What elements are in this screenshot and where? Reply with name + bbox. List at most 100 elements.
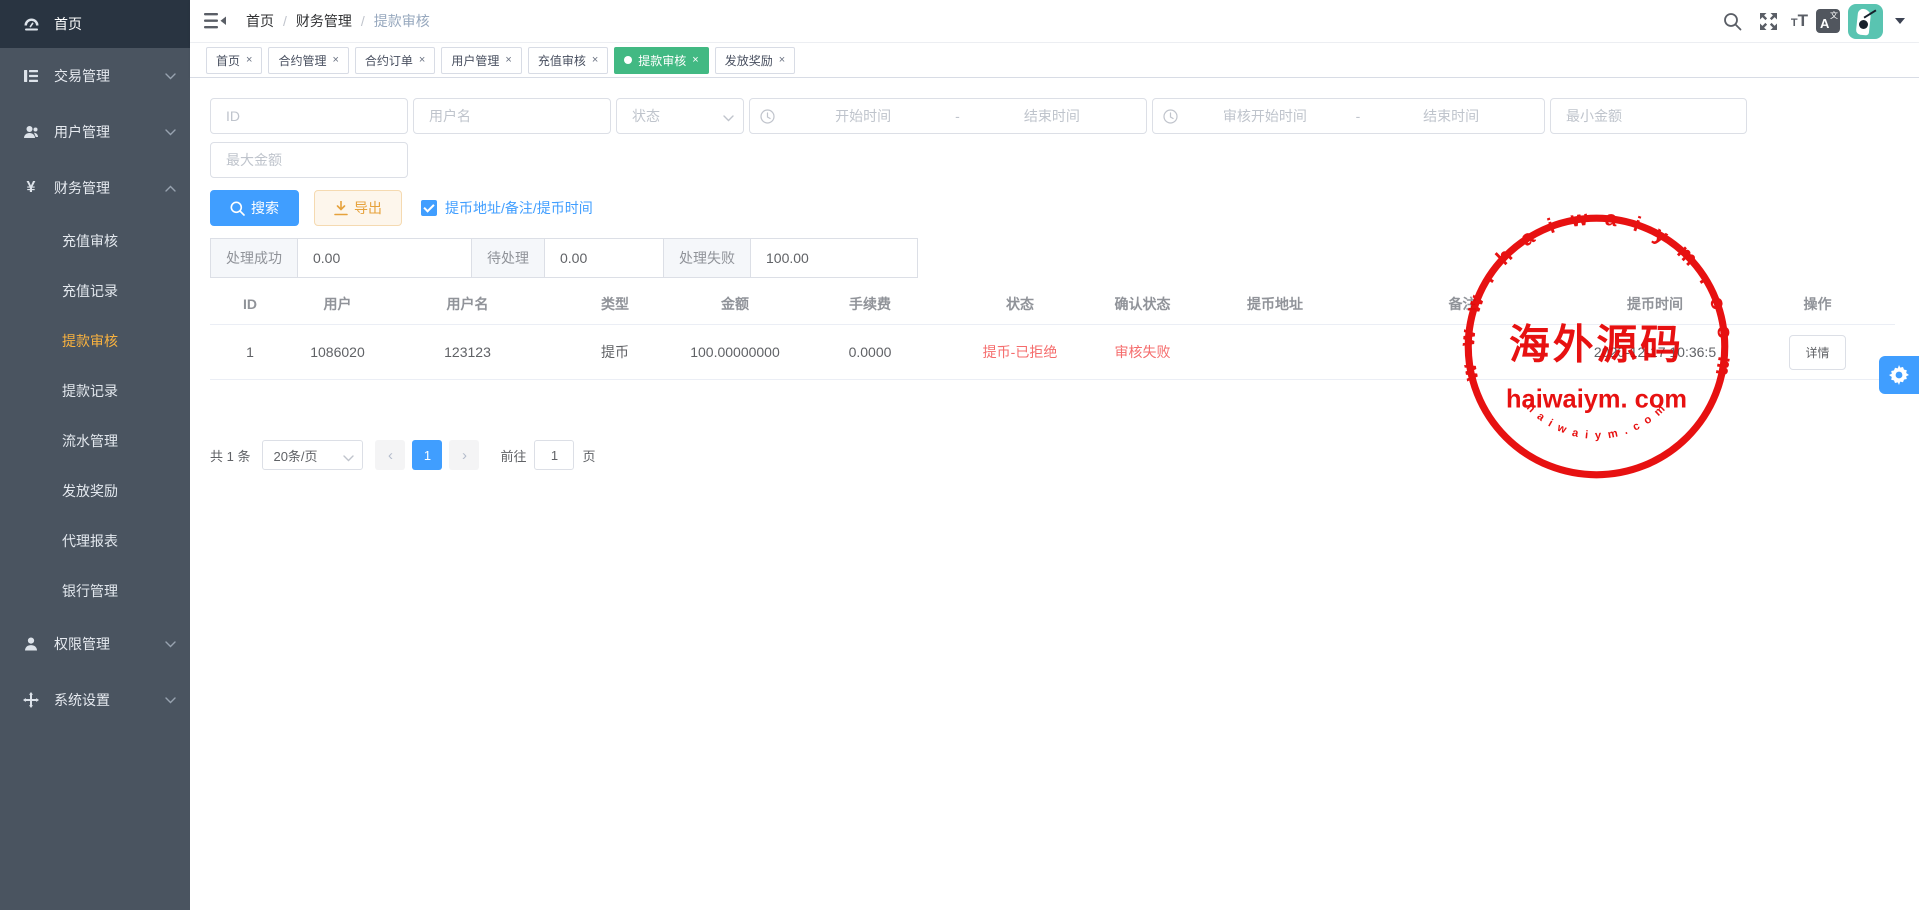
chevron-down-icon [165, 697, 176, 704]
close-icon[interactable]: × [779, 54, 785, 66]
cell-user: 1086020 [290, 325, 385, 380]
language-glyph: A [1820, 16, 1829, 31]
search-button[interactable]: 搜索 [210, 190, 299, 226]
tag-reward[interactable]: 发放奖励× [715, 47, 795, 74]
id-input[interactable] [210, 98, 408, 134]
checkbox-checked-icon[interactable] [421, 200, 437, 216]
sidebar-subitem-reward[interactable]: 发放奖励 [0, 466, 190, 516]
sidebar-item-label: 财务管理 [54, 178, 165, 198]
pagination-total: 共 1 条 [210, 446, 250, 465]
status-select[interactable] [616, 98, 744, 134]
sidebar-subitem-agent-report[interactable]: 代理报表 [0, 516, 190, 566]
tag-contract-orders[interactable]: 合约订单× [355, 47, 435, 74]
sidebar-item-home[interactable]: 首页 [0, 0, 190, 48]
sidebar: 首页 交易管理 用户管理 ¥ 财务管理 [0, 0, 190, 910]
cell-status: 提币-已拒绝 [950, 325, 1090, 380]
filter-row-1: 开始时间 - 结束时间 审核开始时间 - 结束时间 [210, 98, 1919, 134]
sidebar-item-users[interactable]: 用户管理 [0, 104, 190, 160]
cell-action: 详情 [1740, 325, 1895, 380]
font-size-icon[interactable]: TT [1791, 11, 1808, 31]
fullscreen-icon[interactable] [1755, 7, 1783, 35]
settings-gear-button[interactable] [1879, 356, 1919, 394]
sidebar-subitem-recharge-record[interactable]: 充值记录 [0, 266, 190, 316]
sidebar-subitem-recharge-audit[interactable]: 充值审核 [0, 216, 190, 266]
sidebar-submenu-finance: 充值审核 充值记录 提款审核 提款记录 流水管理 发放奖励 代理报表 银行管理 [0, 216, 190, 616]
col-remark: 备注 [1355, 294, 1570, 325]
sidebar-subitem-bank-management[interactable]: 银行管理 [0, 566, 190, 616]
close-icon[interactable]: × [332, 54, 338, 66]
active-dot [624, 56, 632, 64]
tag-label: 合约管理 [278, 52, 326, 69]
close-icon[interactable]: × [692, 54, 698, 66]
breadcrumb-separator: / [283, 13, 287, 29]
sidebar-item-permission[interactable]: 权限管理 [0, 616, 190, 672]
status-select-input[interactable] [616, 98, 744, 134]
sidebar-item-system[interactable]: 系统设置 [0, 672, 190, 728]
chevron-down-icon [165, 641, 176, 648]
permission-icon [22, 635, 40, 653]
page-size-select[interactable]: 20条/页 [262, 440, 363, 470]
sidebar-item-finance[interactable]: ¥ 财务管理 [0, 160, 190, 216]
tag-recharge-audit[interactable]: 充值审核 × [528, 47, 608, 74]
dashboard-icon [22, 15, 40, 33]
col-time: 提币时间 [1570, 294, 1740, 325]
close-icon[interactable]: × [505, 54, 511, 66]
max-amount-input[interactable] [210, 142, 408, 178]
sidebar-subitem-withdraw-record[interactable]: 提款记录 [0, 366, 190, 416]
sidebar-item-label: 用户管理 [54, 122, 165, 142]
search-icon[interactable] [1719, 7, 1747, 35]
main-content: 开始时间 - 结束时间 审核开始时间 - 结束时间 搜索 导出 [190, 78, 1919, 910]
language-sub-glyph: 文 [1830, 10, 1838, 21]
clock-icon [1163, 109, 1178, 124]
sidebar-item-trade[interactable]: 交易管理 [0, 48, 190, 104]
font-size-big-t: T [1798, 11, 1808, 31]
trade-icon [22, 67, 40, 85]
avatar[interactable] [1848, 4, 1883, 39]
summary-pending-value: 0.00 [544, 238, 664, 278]
min-amount-input[interactable] [1550, 98, 1747, 134]
prev-page-button[interactable]: ‹ [375, 440, 405, 470]
next-page-button[interactable]: › [449, 440, 479, 470]
col-fee: 手续费 [790, 294, 950, 325]
withdraw-table: ID 用户 用户名 类型 金额 手续费 状态 确认状态 提币地址 备注 提币时间… [210, 294, 1895, 380]
col-type: 类型 [550, 294, 680, 325]
sidebar-item-label: 权限管理 [54, 634, 165, 654]
breadcrumb-separator: / [361, 13, 365, 29]
col-action: 操作 [1740, 294, 1895, 325]
close-icon[interactable]: × [246, 54, 252, 66]
sidebar-subitem-flow-management[interactable]: 流水管理 [0, 416, 190, 466]
sidebar-collapse-icon[interactable] [204, 12, 226, 30]
cell-username: 123123 [385, 325, 550, 380]
breadcrumb-finance[interactable]: 财务管理 [296, 11, 352, 31]
page-size-value: 20条/页 [273, 446, 317, 465]
language-icon[interactable]: A 文 [1816, 9, 1840, 33]
close-icon[interactable]: × [419, 54, 425, 66]
time-range-picker[interactable]: 开始时间 - 结束时间 [749, 98, 1147, 134]
username-input[interactable] [413, 98, 611, 134]
cell-amount: 100.00000000 [680, 325, 790, 380]
col-status: 状态 [950, 294, 1090, 325]
col-amount: 金额 [680, 294, 790, 325]
tag-contract-management[interactable]: 合约管理 × [268, 47, 348, 74]
user-menu-caret-icon[interactable] [1895, 18, 1905, 24]
tag-home[interactable]: 首页× [206, 47, 262, 74]
goto-page-input[interactable] [534, 440, 574, 470]
summary-failed-label: 处理失败 [663, 238, 751, 278]
tag-withdraw-audit-active[interactable]: 提款审核× [614, 47, 708, 74]
page-1-button[interactable]: 1 [412, 440, 442, 470]
address-remark-time-checkbox[interactable]: 提币地址/备注/提币时间 [421, 198, 593, 218]
audit-time-range-picker[interactable]: 审核开始时间 - 结束时间 [1152, 98, 1545, 134]
table-row: 1 1086020 123123 提币 100.00000000 0.0000 … [210, 325, 1895, 380]
sidebar-subitem-withdraw-audit[interactable]: 提款审核 [0, 316, 190, 366]
header-actions: TT A 文 [1719, 4, 1919, 39]
detail-button[interactable]: 详情 [1789, 335, 1845, 370]
breadcrumb-home[interactable]: 首页 [246, 11, 274, 31]
sidebar-item-label: 交易管理 [54, 66, 165, 86]
gear-icon [1889, 365, 1909, 385]
goto-page: 前往 页 [500, 440, 595, 470]
close-icon[interactable]: × [592, 54, 598, 66]
export-button[interactable]: 导出 [314, 190, 402, 226]
cell-address [1195, 325, 1355, 380]
tag-user-management[interactable]: 用户管理× [441, 47, 521, 74]
tag-label: 充值审核 [538, 52, 586, 69]
